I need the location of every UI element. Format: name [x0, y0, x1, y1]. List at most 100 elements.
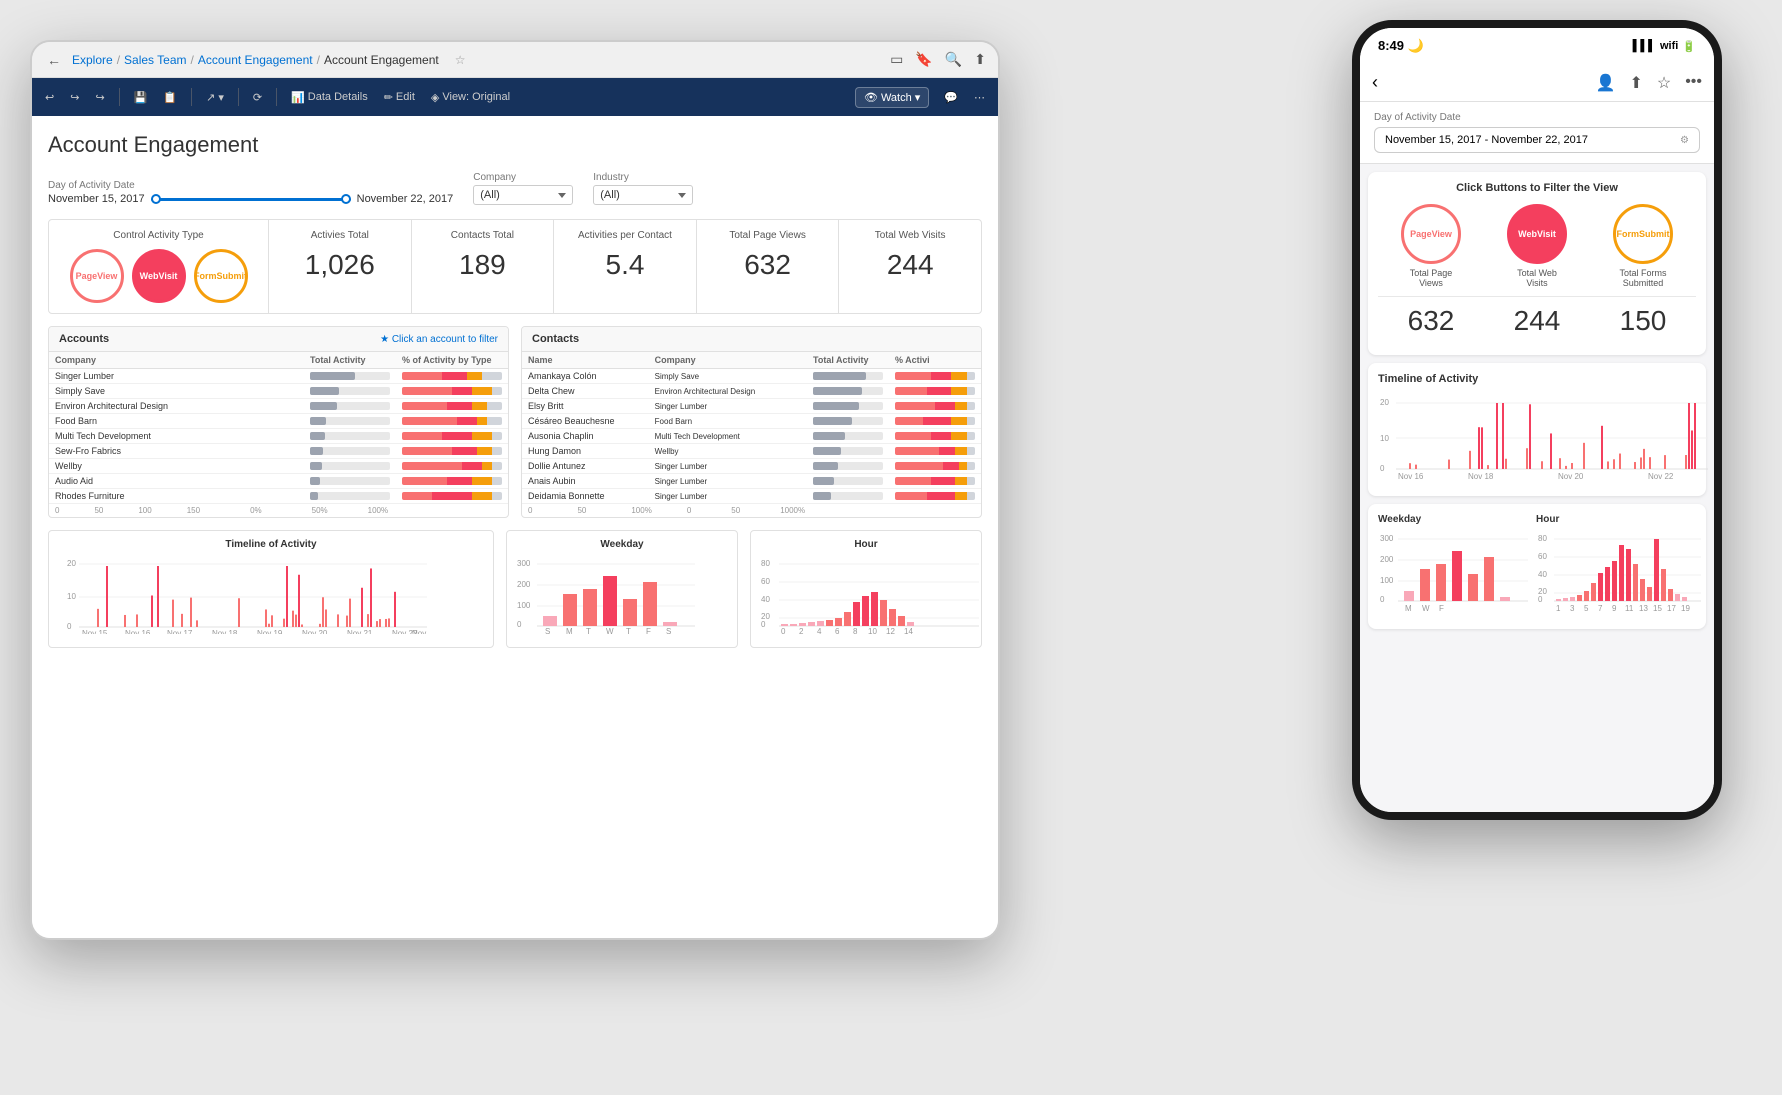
phone-star-icon[interactable]: ☆ [1657, 73, 1671, 93]
col-name[interactable]: Name [522, 352, 649, 369]
more-button[interactable]: ⋯ [969, 89, 990, 106]
phone-kpi-pv: 632 [1408, 305, 1455, 337]
breadcrumb-account-engagement[interactable]: Account Engagement [198, 53, 313, 67]
cell-contact-activity-bar [807, 489, 889, 504]
phone-upload-icon[interactable]: ⬆ [1629, 73, 1642, 93]
view-button[interactable]: ◈ View: Original [426, 89, 515, 106]
slider-fill [151, 198, 351, 201]
breadcrumb-sales-team[interactable]: Sales Team [124, 53, 186, 67]
table-row[interactable]: Césáreo Beauchesne Food Barn [522, 414, 981, 429]
undo-button[interactable]: ↩ [40, 89, 59, 106]
svg-text:2: 2 [799, 627, 804, 634]
tablet-icon[interactable]: ▭ [890, 51, 903, 68]
share-icon[interactable]: ⬆ [974, 51, 986, 68]
phone-hour-svg: 80 60 40 20 0 [1536, 529, 1701, 614]
cell-name: Dollie Antunez [522, 459, 649, 474]
watch-button[interactable]: 👁 Watch ▾ [855, 87, 929, 108]
cell-company: Environ Architectural Design [49, 399, 304, 414]
table-row[interactable]: Amankaya Colón Simply Save [522, 369, 981, 384]
hour-chart-title: Hour [759, 539, 973, 550]
table-row[interactable]: Dollie Antunez Singer Lumber [522, 459, 981, 474]
timeline-bar [196, 620, 198, 627]
phone-kpi-row: 632 244 150 [1378, 296, 1696, 345]
phone-filter-bar: Day of Activity Date November 15, 2017 -… [1360, 102, 1714, 164]
company-select[interactable]: (All) [473, 185, 573, 205]
industry-select[interactable]: (All) [593, 185, 693, 205]
svg-text:80: 80 [761, 559, 770, 568]
cell-contact-pct-bar [889, 399, 981, 414]
circle-pageview[interactable]: PageView [70, 249, 124, 303]
refresh-button[interactable]: ⟳ [248, 89, 267, 106]
industry-filter-group: Industry (All) [593, 172, 693, 205]
filter-circle-pageview[interactable]: PageView [1401, 204, 1461, 264]
search-icon[interactable]: 🔍 [945, 51, 962, 68]
accounts-filter-link[interactable]: ★ Click an account to filter [380, 334, 498, 345]
col-contact-activity[interactable]: Total Activity [807, 352, 889, 369]
accounts-title: Accounts [59, 333, 109, 345]
table-row[interactable]: Ausonia Chaplin Multi Tech Development [522, 429, 981, 444]
table-row[interactable]: Deidamia Bonnette Singer Lumber [522, 489, 981, 504]
col-contact-pct[interactable]: % Activi [889, 352, 981, 369]
filter-circle-formsubmit[interactable]: FormSubmit [1613, 204, 1673, 264]
svg-text:M: M [1405, 604, 1412, 613]
table-row[interactable]: Simply Save [49, 384, 508, 399]
breadcrumb-explore[interactable]: Explore [72, 53, 113, 67]
data-details-button[interactable]: 📊 Data Details [286, 89, 373, 106]
date-filter-label: Day of Activity Date [48, 180, 453, 191]
date-slider-container: November 15, 2017 November 22, 2017 [48, 193, 453, 205]
cell-pct-bar [396, 474, 508, 489]
export-button[interactable]: 📋 [158, 89, 182, 106]
redo2-button[interactable]: ↪ [90, 89, 109, 106]
cell-contact-activity-bar [807, 474, 889, 489]
table-row[interactable]: Sew-Fro Fabrics [49, 444, 508, 459]
filter-circles-row: PageView Total Page Views WebVisit Total… [1378, 204, 1696, 288]
timeline-bar [1526, 448, 1528, 469]
slider-handle-right[interactable] [341, 194, 351, 204]
timeline-bar [1619, 454, 1621, 469]
table-row[interactable]: Anais Aubin Singer Lumber [522, 474, 981, 489]
phone-time: 8:49 🌙 [1378, 38, 1424, 54]
cell-contact-company: Wellby [649, 444, 807, 459]
signal-icon: ▌▌▌ [1633, 40, 1656, 52]
table-row[interactable]: Delta Chew Environ Architectural Design [522, 384, 981, 399]
date-slider[interactable] [151, 198, 351, 201]
table-row[interactable]: Food Barn [49, 414, 508, 429]
table-row[interactable]: Multi Tech Development [49, 429, 508, 444]
redo-button[interactable]: ↪ [65, 89, 84, 106]
bookmark-icon[interactable]: 🔖 [915, 51, 932, 68]
tablet: ← Explore / Sales Team / Account Engagem… [30, 40, 1000, 940]
cell-pct-bar [396, 384, 508, 399]
col-total-activity[interactable]: Total Activity [304, 352, 396, 369]
table-row[interactable]: Elsy Britt Singer Lumber [522, 399, 981, 414]
table-row[interactable]: Environ Architectural Design [49, 399, 508, 414]
col-contact-company[interactable]: Company [649, 352, 807, 369]
comment-button[interactable]: 💬 [939, 89, 963, 106]
phone-date-selector[interactable]: November 15, 2017 - November 22, 2017 ⚙ [1374, 127, 1700, 153]
phone-person-icon[interactable]: 👤 [1596, 73, 1616, 93]
star-icon[interactable]: ☆ [455, 53, 466, 67]
circle-formsubmit[interactable]: FormSubmit [194, 249, 248, 303]
timeline-bar [1688, 403, 1690, 469]
table-row[interactable]: Audio Aid [49, 474, 508, 489]
weekday-chart-panel: Weekday 300 200 100 0 [506, 530, 738, 648]
phone-more-icon[interactable]: ••• [1685, 73, 1702, 93]
arrow-button[interactable]: ↗ ▾ [201, 89, 229, 106]
back-button[interactable]: ← [44, 50, 64, 70]
col-pct-activity[interactable]: % of Activity by Type [396, 352, 508, 369]
svg-text:5: 5 [1584, 604, 1589, 613]
kpi-activities-value: 1,026 [279, 249, 401, 281]
filter-circle-webvisit[interactable]: WebVisit [1507, 204, 1567, 264]
circle-webvisit[interactable]: WebVisit [132, 249, 186, 303]
save-button[interactable]: 💾 [129, 89, 153, 106]
table-row[interactable]: Wellby [49, 459, 508, 474]
col-company[interactable]: Company [49, 352, 304, 369]
slider-handle-left[interactable] [151, 194, 161, 204]
cell-contact-company: Singer Lumber [649, 399, 807, 414]
edit-button[interactable]: ✏ Edit [379, 89, 420, 106]
phone-back-button[interactable]: ‹ [1372, 72, 1378, 93]
table-row[interactable]: Singer Lumber [49, 369, 508, 384]
cell-contact-company: Singer Lumber [649, 489, 807, 504]
table-row[interactable]: Hung Damon Wellby [522, 444, 981, 459]
axis-50: 50 [94, 506, 103, 515]
table-row[interactable]: Rhodes Furniture [49, 489, 508, 504]
